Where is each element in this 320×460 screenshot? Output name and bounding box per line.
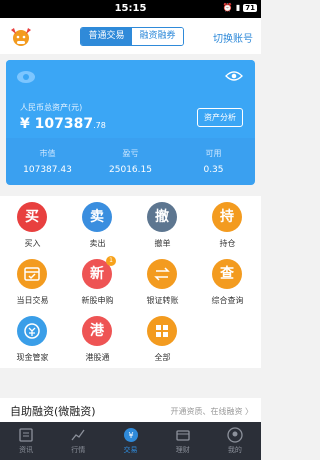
grid-item-today-trade[interactable]: 当日交易 bbox=[0, 253, 65, 310]
header: 普通交易 融资融券 切换账号 bbox=[0, 18, 261, 54]
amount-main: ¥ 107387 bbox=[20, 116, 94, 132]
eye-toggle-icon[interactable] bbox=[225, 70, 243, 82]
grid-item-bank-transfer[interactable]: 银证转账 bbox=[130, 253, 195, 310]
grid-item-label: 全部 bbox=[154, 353, 171, 362]
user-icon bbox=[227, 427, 243, 443]
asset-analysis-button[interactable]: 资产分析 bbox=[197, 108, 243, 127]
grid-all-icon bbox=[147, 316, 177, 346]
stat-available: 可用 0.35 bbox=[172, 142, 255, 185]
asset-stats: 市值 107387.43 盈亏 25016.15 可用 0.35 bbox=[6, 142, 255, 185]
function-grid: 买 买入 卖 卖出 撤 撤单 持 持仓 当日交易 新 1 新股申购 银证转账 查… bbox=[0, 196, 261, 368]
buy-icon: 买 bbox=[17, 202, 47, 232]
stat-key: 市值 bbox=[39, 149, 56, 158]
switch-account-button[interactable]: 切换账号 bbox=[213, 30, 253, 45]
tab-normal-trade[interactable]: 普通交易 bbox=[81, 28, 132, 45]
bottom-nav: 资讯 行情 ¥ 交易 理财 我的 bbox=[0, 422, 261, 460]
grid-item-label: 银证转账 bbox=[146, 296, 179, 305]
wallet-icon bbox=[176, 430, 190, 441]
asset-card: 人民币总资产(元) ¥ 107387.78 资产分析 市值 107387.43 … bbox=[6, 60, 255, 185]
grid-item-ipo[interactable]: 新 1 新股申购 bbox=[65, 253, 130, 310]
grid-item-label: 当日交易 bbox=[16, 296, 49, 305]
grid-item-label: 港股通 bbox=[85, 353, 110, 362]
stat-value: 0.35 bbox=[203, 165, 224, 175]
chart-icon bbox=[71, 429, 85, 441]
grid-item-cancel[interactable]: 撤 撤单 bbox=[130, 196, 195, 253]
status-bar: 15:15 ⏰ ▮ 71 bbox=[0, 0, 261, 18]
stat-market-value: 市值 107387.43 bbox=[6, 142, 89, 185]
signal-icon: ▮ bbox=[235, 3, 241, 12]
card-logo-icon bbox=[17, 71, 35, 83]
grid-item-label: 现金管家 bbox=[16, 353, 49, 362]
status-time: 15:15 bbox=[114, 3, 147, 14]
tab-margin-trade[interactable]: 融资融券 bbox=[132, 28, 183, 45]
grid-item-cash-manager[interactable]: 现金管家 bbox=[0, 310, 65, 367]
grid-item-position[interactable]: 持 持仓 bbox=[195, 196, 260, 253]
calendar-icon bbox=[17, 259, 47, 289]
hk-connect-icon: 港 bbox=[82, 316, 112, 346]
micro-finance-row[interactable]: 自助融资(微融资) 开通资质、在线融资 〉 bbox=[0, 398, 261, 422]
transfer-icon bbox=[147, 259, 177, 289]
nav-label: 理财 bbox=[175, 446, 190, 454]
nav-label: 资讯 bbox=[19, 446, 34, 454]
stat-key: 可用 bbox=[205, 149, 222, 158]
nav-market[interactable]: 行情 bbox=[52, 422, 104, 460]
ipo-badge: 1 bbox=[106, 256, 116, 266]
grid-item-all[interactable]: 全部 bbox=[130, 310, 195, 367]
nav-wealth[interactable]: 理财 bbox=[157, 422, 209, 460]
news-icon bbox=[19, 428, 33, 442]
grid-item-hk-connect[interactable]: 港 港股通 bbox=[65, 310, 130, 367]
battery-indicator: 71 bbox=[243, 3, 257, 12]
nav-news[interactable]: 资讯 bbox=[0, 422, 52, 460]
grid-item-label: 卖出 bbox=[89, 239, 106, 248]
position-icon: 持 bbox=[212, 202, 242, 232]
nav-label: 我的 bbox=[227, 446, 242, 454]
grid-item-label: 持仓 bbox=[219, 239, 236, 248]
grid-item-buy[interactable]: 买 买入 bbox=[0, 196, 65, 253]
grid-item-label: 新股申购 bbox=[81, 296, 114, 305]
grid-item-label: 买入 bbox=[24, 239, 41, 248]
stat-value: 25016.15 bbox=[109, 165, 152, 175]
nav-label: 行情 bbox=[71, 446, 86, 454]
micro-finance-title: 自助融资(微融资) bbox=[10, 405, 96, 418]
nav-trade[interactable]: ¥ 交易 bbox=[104, 422, 156, 460]
grid-item-label: 综合查询 bbox=[211, 296, 244, 305]
svg-text:¥: ¥ bbox=[128, 431, 133, 440]
nav-label: 交易 bbox=[123, 446, 138, 454]
grid-item-label: 撤单 bbox=[154, 239, 171, 248]
grid-item-sell[interactable]: 卖 卖出 bbox=[65, 196, 130, 253]
trade-icon: ¥ bbox=[123, 428, 138, 442]
micro-finance-link[interactable]: 开通资质、在线融资 〉 bbox=[170, 406, 253, 417]
stat-key: 盈亏 bbox=[122, 149, 139, 158]
stat-profit-loss: 盈亏 25016.15 bbox=[89, 142, 172, 185]
cash-manager-icon bbox=[17, 316, 47, 346]
total-asset-amount: ¥ 107387.78 bbox=[20, 116, 106, 132]
cancel-order-icon: 撤 bbox=[147, 202, 177, 232]
nav-me[interactable]: 我的 bbox=[209, 422, 261, 460]
stat-value: 107387.43 bbox=[23, 165, 72, 175]
query-icon: 查 bbox=[212, 259, 242, 289]
grid-item-query[interactable]: 查 综合查询 bbox=[195, 253, 260, 310]
cow-logo-icon bbox=[11, 28, 31, 46]
total-asset-label: 人民币总资产(元) bbox=[20, 103, 83, 112]
alarm-icon: ⏰ bbox=[222, 3, 233, 12]
trade-type-segment: 普通交易 融资融券 bbox=[80, 27, 184, 46]
sell-icon: 卖 bbox=[82, 202, 112, 232]
status-icons: ⏰ ▮ 71 bbox=[223, 3, 257, 12]
amount-decimal: .78 bbox=[93, 121, 106, 130]
